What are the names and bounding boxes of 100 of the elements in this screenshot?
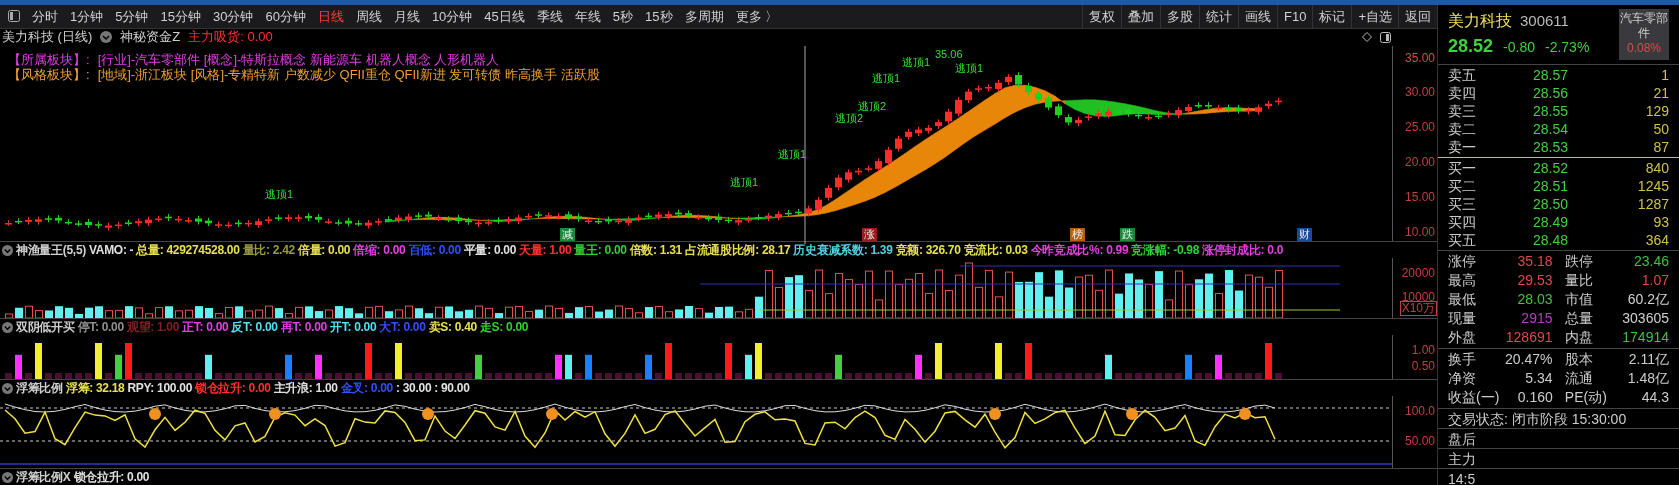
candlestick	[915, 125, 922, 137]
toolbar-button[interactable]: 叠加	[1121, 5, 1160, 28]
candlestick	[545, 211, 552, 220]
period-tab[interactable]: 5分钟	[115, 6, 149, 27]
candlestick	[185, 216, 192, 224]
signal-label: 逃顶1	[265, 186, 294, 202]
period-tab[interactable]: 5秒	[612, 6, 634, 27]
event-marker: 涨	[862, 228, 877, 241]
period-tab[interactable]: 月线	[393, 6, 420, 27]
toolbar-button[interactable]: 标记	[1312, 5, 1352, 28]
period-tab[interactable]: 60分钟	[265, 6, 306, 27]
period-tab[interactable]: 多周期	[684, 6, 724, 27]
toolbar-button[interactable]: 画线	[1238, 5, 1277, 28]
candlestick	[795, 208, 802, 215]
indicator-value: 竞额: 326.70	[895, 242, 961, 259]
sidebar-toggle-icon[interactable]	[8, 10, 20, 23]
candlestick	[1265, 100, 1272, 110]
candlestick	[805, 204, 812, 217]
order-level-label: 买二	[1448, 176, 1477, 196]
indicator-value: 倍缩: 0.00	[353, 242, 406, 259]
order-price: 28.53	[1531, 137, 1568, 157]
candlestick	[1255, 103, 1262, 115]
stat-label: 流通	[1564, 369, 1594, 388]
stat-label: 涨停	[1448, 252, 1477, 271]
candlestick	[505, 215, 512, 225]
signal-label: 逃顶1	[778, 146, 807, 162]
last-price: 28.52	[1448, 35, 1494, 58]
candlestick	[525, 212, 532, 220]
period-tab[interactable]: 季线	[536, 6, 563, 27]
sector-card[interactable]: 汽车零部件 0.08%	[1619, 9, 1669, 60]
order-level-label: 卖五	[1448, 65, 1477, 85]
stat-value: 174914	[1621, 328, 1669, 347]
stat-label: 换手	[1448, 350, 1477, 369]
info-row-label: 主力	[1438, 449, 1679, 469]
indicator-value: 金叉: 0.00	[340, 380, 393, 397]
period-tab[interactable]: 日线	[317, 6, 344, 27]
price-change: -0.80	[1503, 38, 1535, 57]
period-tab[interactable]: 15分钟	[160, 6, 201, 27]
dropdown-icon[interactable]	[2, 321, 13, 333]
toolbar-button[interactable]: 返回	[1398, 5, 1437, 28]
axis-label: 50.00	[1404, 433, 1435, 450]
candlestick	[855, 167, 862, 176]
period-tab[interactable]: 30分钟	[212, 6, 254, 27]
price-axis-label: 20.00	[1404, 154, 1435, 172]
candlestick	[325, 217, 332, 225]
indicator-value: 浮筹: 32.18	[65, 380, 125, 397]
indicator-value: 占流通股比例: 28.17	[685, 242, 791, 259]
order-level-label: 买三	[1448, 194, 1477, 214]
order-volume: 1245	[1636, 176, 1669, 196]
price-axis-label: 10.00	[1404, 223, 1435, 241]
candlestick	[1015, 71, 1022, 88]
dropdown-icon[interactable]	[2, 471, 13, 483]
candlestick	[335, 218, 342, 226]
signal-label: 35.06	[935, 46, 963, 62]
candlestick	[785, 209, 792, 217]
period-tab[interactable]: 15秒	[645, 6, 673, 27]
period-tab[interactable]: 1分钟	[70, 6, 104, 27]
candlestick	[615, 217, 622, 225]
stat-value: 35.18	[1516, 252, 1553, 271]
stat-value: 2915	[1520, 309, 1553, 328]
dropdown-icon[interactable]	[2, 244, 13, 256]
stat-label: 最高	[1448, 271, 1477, 290]
order-volume: 93	[1652, 212, 1669, 232]
order-volume: 21	[1652, 83, 1669, 103]
candlestick	[655, 210, 662, 220]
price-axis-label: 15.00	[1404, 188, 1435, 206]
toolbar-button[interactable]: 多股	[1160, 5, 1199, 28]
panel-toggle-icon[interactable]	[1380, 31, 1391, 43]
order-level-label: 卖一	[1448, 137, 1477, 157]
period-tab[interactable]: 45日线	[484, 6, 525, 27]
period-tab[interactable]: 分时	[32, 6, 58, 27]
candlestick	[245, 219, 252, 228]
period-tab[interactable]: 年线	[574, 6, 601, 27]
candlestick	[685, 209, 692, 219]
indicator-value: 百低: 0.00	[408, 242, 461, 259]
candlestick	[1235, 104, 1242, 114]
dropdown-icon[interactable]	[100, 31, 113, 44]
period-tab[interactable]: 更多 〉	[735, 6, 779, 27]
candlestick	[365, 219, 372, 229]
candlestick	[1125, 106, 1132, 117]
candlestick	[1195, 101, 1202, 109]
candlestick	[1175, 106, 1182, 119]
toolbar-button[interactable]: F10	[1277, 5, 1313, 28]
period-tab[interactable]: 10分钟	[431, 6, 473, 27]
price-axis-label: 30.00	[1404, 84, 1435, 102]
stat-value: 0.160	[1516, 388, 1553, 407]
candlestick	[1155, 112, 1162, 120]
candlestick	[135, 217, 142, 227]
indicator-name: 双阴低开买	[16, 319, 75, 336]
candlestick	[205, 217, 212, 227]
toolbar-button[interactable]: 复权	[1082, 5, 1121, 28]
toolbar-button[interactable]: 统计	[1199, 5, 1238, 28]
candlestick	[745, 215, 752, 223]
info-row-label: 14:5	[1438, 469, 1679, 485]
candlestick	[965, 88, 972, 104]
dropdown-icon[interactable]	[2, 382, 13, 394]
diamond-icon[interactable]	[1362, 31, 1372, 42]
toolbar-button[interactable]: +自选	[1351, 5, 1398, 28]
period-tab[interactable]: 周线	[355, 6, 382, 27]
indicator-value: 停T: 0.00	[77, 319, 124, 336]
